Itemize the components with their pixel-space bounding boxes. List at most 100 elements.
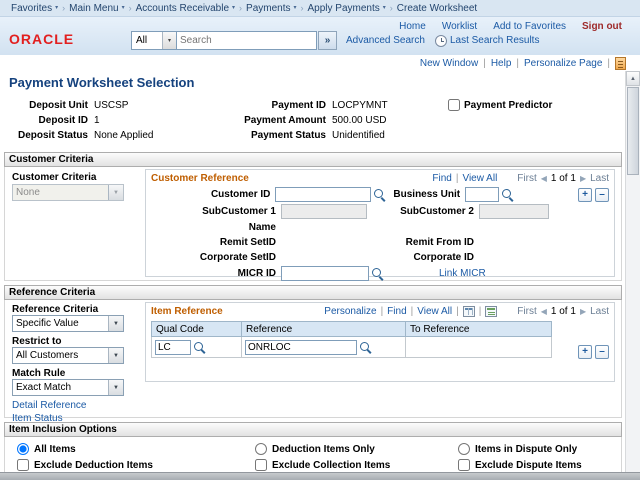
chevron-down-icon: ▾ [122, 5, 125, 11]
match-rule-select[interactable]: Exact Match ▼ [12, 379, 124, 396]
micr-id-input[interactable] [281, 266, 369, 281]
payment-status-value: Unidentified [332, 130, 385, 141]
personalize-page-link[interactable]: Personalize Page [524, 58, 602, 69]
breadcrumb-item-create-worksheet: Create Worksheet [393, 3, 481, 14]
find-link[interactable]: Find [432, 173, 451, 184]
breadcrumb-item-main-menu[interactable]: Main Menu ▾ [65, 3, 128, 14]
match-rule-value: Exact Match [16, 382, 71, 393]
qual-code-input[interactable] [155, 340, 191, 355]
link-micr-link[interactable]: Link MICR [439, 268, 486, 279]
next-row-icon[interactable]: ▶ [580, 174, 586, 183]
customer-id-input[interactable] [275, 187, 371, 202]
exclude-collection-items-checkbox[interactable] [255, 459, 267, 471]
deposit-id-value: 1 [94, 115, 100, 126]
delete-row-button[interactable]: – [595, 188, 609, 202]
payment-summary: Deposit UnitUSCSP Deposit ID1 Deposit St… [0, 98, 624, 148]
lookup-icon[interactable] [371, 267, 384, 280]
last-link[interactable]: Last [590, 306, 609, 317]
last-search-results-icon [435, 35, 447, 47]
customer-criteria-select[interactable]: None ▼ [12, 184, 124, 201]
first-link[interactable]: First [517, 173, 536, 184]
reference-input[interactable] [245, 340, 357, 355]
subcustomer1-field [281, 204, 399, 219]
zoom-grid-icon[interactable] [463, 306, 475, 317]
last-link[interactable]: Last [590, 173, 609, 184]
separator: | [456, 306, 459, 317]
download-icon[interactable] [485, 306, 497, 317]
item-reference-grid: Qual Code Reference To Reference [151, 321, 552, 358]
deduction-items-only-radio[interactable] [255, 443, 267, 455]
row-position: 1 of 1 [551, 173, 576, 184]
scroll-up-icon[interactable]: ▲ [626, 71, 640, 86]
favorites-label: Favorites [11, 3, 52, 14]
search-input[interactable] [177, 31, 317, 50]
sign-out-link[interactable]: Sign out [582, 21, 622, 32]
row-action-buttons: + – [578, 345, 609, 359]
breadcrumb-item-payments[interactable]: Payments ▾ [242, 3, 300, 14]
lookup-icon[interactable] [373, 188, 386, 201]
detail-reference-link[interactable]: Detail Reference [12, 400, 86, 411]
search-go-button[interactable]: » [318, 31, 337, 50]
delete-row-button[interactable]: – [595, 345, 609, 359]
scrollbar-thumb[interactable] [627, 87, 639, 175]
subcustomer2-label: SubCustomer 2 [399, 206, 479, 217]
lookup-icon[interactable] [359, 341, 372, 354]
first-link[interactable]: First [517, 306, 536, 317]
chevron-down-icon: ▼ [108, 316, 123, 331]
name-row: Name [146, 220, 614, 235]
next-row-icon[interactable]: ▶ [580, 307, 586, 316]
column-header-reference[interactable]: Reference [242, 322, 406, 337]
payment-predictor-checkbox[interactable] [448, 99, 460, 111]
separator: | [456, 173, 459, 184]
page-toolbar: New Window | Help | Personalize Page | [0, 55, 640, 71]
search-scope-select[interactable]: All ▾ [131, 31, 177, 50]
previous-row-icon[interactable]: ◀ [541, 174, 547, 183]
column-header-to-reference[interactable]: To Reference [406, 322, 552, 337]
help-link[interactable]: Help [491, 58, 512, 69]
groupbox-title: Customer Reference [151, 173, 249, 184]
page-content: Payment Worksheet Selection Deposit Unit… [0, 71, 624, 472]
add-row-button[interactable]: + [578, 188, 592, 202]
header-bar: ORACLE Home Worklist Add to Favorites Si… [0, 17, 640, 55]
row-action-buttons: + – [578, 188, 614, 202]
view-all-link[interactable]: View All [462, 173, 497, 184]
business-unit-input[interactable] [465, 187, 499, 202]
exclude-deduction-items-checkbox[interactable] [17, 459, 29, 471]
item-status-link[interactable]: Item Status [12, 413, 63, 424]
restrict-to-label: Restrict to [12, 336, 61, 347]
previous-row-icon[interactable]: ◀ [541, 307, 547, 316]
item-reference-groupbox: Item Reference Personalize | Find | View… [145, 302, 615, 382]
chevron-down-icon: ▼ [108, 348, 123, 363]
customer-id-label: Customer ID [146, 189, 275, 200]
exclude-collection-items-label: Exclude Collection Items [272, 460, 390, 471]
lookup-icon[interactable] [193, 341, 206, 354]
breadcrumb: Favorites ▾ › Main Menu ▾ › Accounts Rec… [0, 0, 640, 17]
last-search-results-link[interactable]: Last Search Results [450, 35, 540, 46]
new-window-link[interactable]: New Window [420, 58, 478, 69]
micr-id-field [281, 266, 399, 281]
field-label: Payment ID [228, 100, 332, 111]
chevron-down-icon: ▼ [108, 380, 123, 395]
option: Deduction Items Only [255, 443, 458, 455]
all-items-radio[interactable] [17, 443, 29, 455]
restrict-to-select[interactable]: All Customers ▼ [12, 347, 124, 364]
reference-criteria-select[interactable]: Specific Value ▼ [12, 315, 124, 332]
column-header-qual-code[interactable]: Qual Code [152, 322, 242, 337]
favorites-menu[interactable]: Favorites ▾ [7, 3, 62, 14]
to-reference-cell [406, 337, 552, 358]
personalize-link[interactable]: Personalize [324, 306, 376, 317]
find-link[interactable]: Find [387, 306, 406, 317]
notepad-icon[interactable] [615, 57, 626, 70]
view-all-link[interactable]: View All [417, 306, 452, 317]
separator: | [479, 306, 482, 317]
lookup-icon[interactable] [501, 188, 514, 201]
add-row-button[interactable]: + [578, 345, 592, 359]
items-in-dispute-only-radio[interactable] [458, 443, 470, 455]
reference-criteria-body: Reference Criteria Specific Value ▼ Rest… [4, 300, 622, 418]
exclude-dispute-items-checkbox[interactable] [458, 459, 470, 471]
option: Exclude Deduction Items [17, 459, 255, 471]
breadcrumb-item-apply-payments[interactable]: Apply Payments ▾ [304, 3, 390, 14]
breadcrumb-item-accounts-receivable[interactable]: Accounts Receivable ▾ [132, 3, 239, 14]
vertical-scrollbar[interactable]: ▲ [625, 71, 640, 472]
advanced-search-link[interactable]: Advanced Search [346, 35, 425, 46]
